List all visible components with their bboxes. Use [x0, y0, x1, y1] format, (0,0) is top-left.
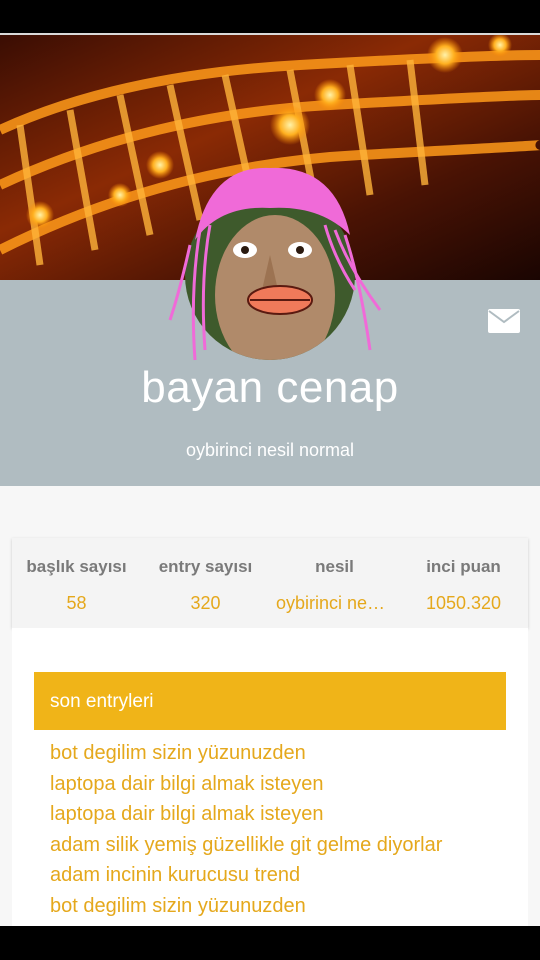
stat-label: entry sayısı — [158, 557, 253, 576]
status-bar — [0, 0, 540, 35]
stat-value: 58 — [66, 593, 87, 613]
entry-list: bot degilim sizin yüzunuzden laptopa dai… — [50, 738, 442, 921]
section-title: son entryleri — [50, 691, 154, 712]
entry-link[interactable]: bot degilim sizin yüzunuzden — [50, 891, 442, 922]
stat-label: başlık sayısı — [26, 557, 127, 576]
entry-link[interactable]: adam silik yemiş güzellikle git gelme di… — [50, 830, 442, 861]
stat-value: 320 — [190, 593, 221, 613]
envelope-icon — [488, 309, 520, 333]
message-button[interactable] — [488, 309, 520, 333]
profile-name: bayan cenap — [141, 363, 399, 412]
stat-label: nesil — [315, 557, 354, 576]
stats-card: başlık sayısı 58 entry sayısı 320 nesil … — [12, 538, 528, 628]
avatar[interactable] — [150, 160, 390, 375]
profile-screen: bayan cenap oybirinci nesil normal başlı… — [0, 35, 540, 926]
stat-topic-count: başlık sayısı 58 — [12, 538, 141, 628]
entry-link[interactable]: laptopa dair bilgi almak isteyen — [50, 769, 442, 800]
recent-entries-card: son entryleri bot degilim sizin yüzunuzd… — [12, 628, 528, 926]
stat-entry-count: entry sayısı 320 — [141, 538, 270, 628]
entry-link[interactable]: laptopa dair bilgi almak isteyen — [50, 799, 442, 830]
navigation-bar — [0, 926, 540, 960]
stat-label: inci puan — [426, 557, 501, 576]
stat-generation: nesil oybirinci nesil normal — [270, 538, 399, 628]
entry-link[interactable]: adam incinin kurucusu trend — [50, 860, 442, 891]
stat-value: 1050.320 — [425, 593, 502, 613]
stat-inci-points: inci puan 1050.320 — [399, 538, 528, 628]
stat-value: oybirinci nesil normal — [276, 593, 393, 613]
recent-entries-header[interactable]: son entryleri — [34, 672, 506, 730]
profile-subtitle: oybirinci nesil normal — [185, 440, 355, 460]
entry-link[interactable]: bot degilim sizin yüzunuzden — [50, 738, 442, 769]
